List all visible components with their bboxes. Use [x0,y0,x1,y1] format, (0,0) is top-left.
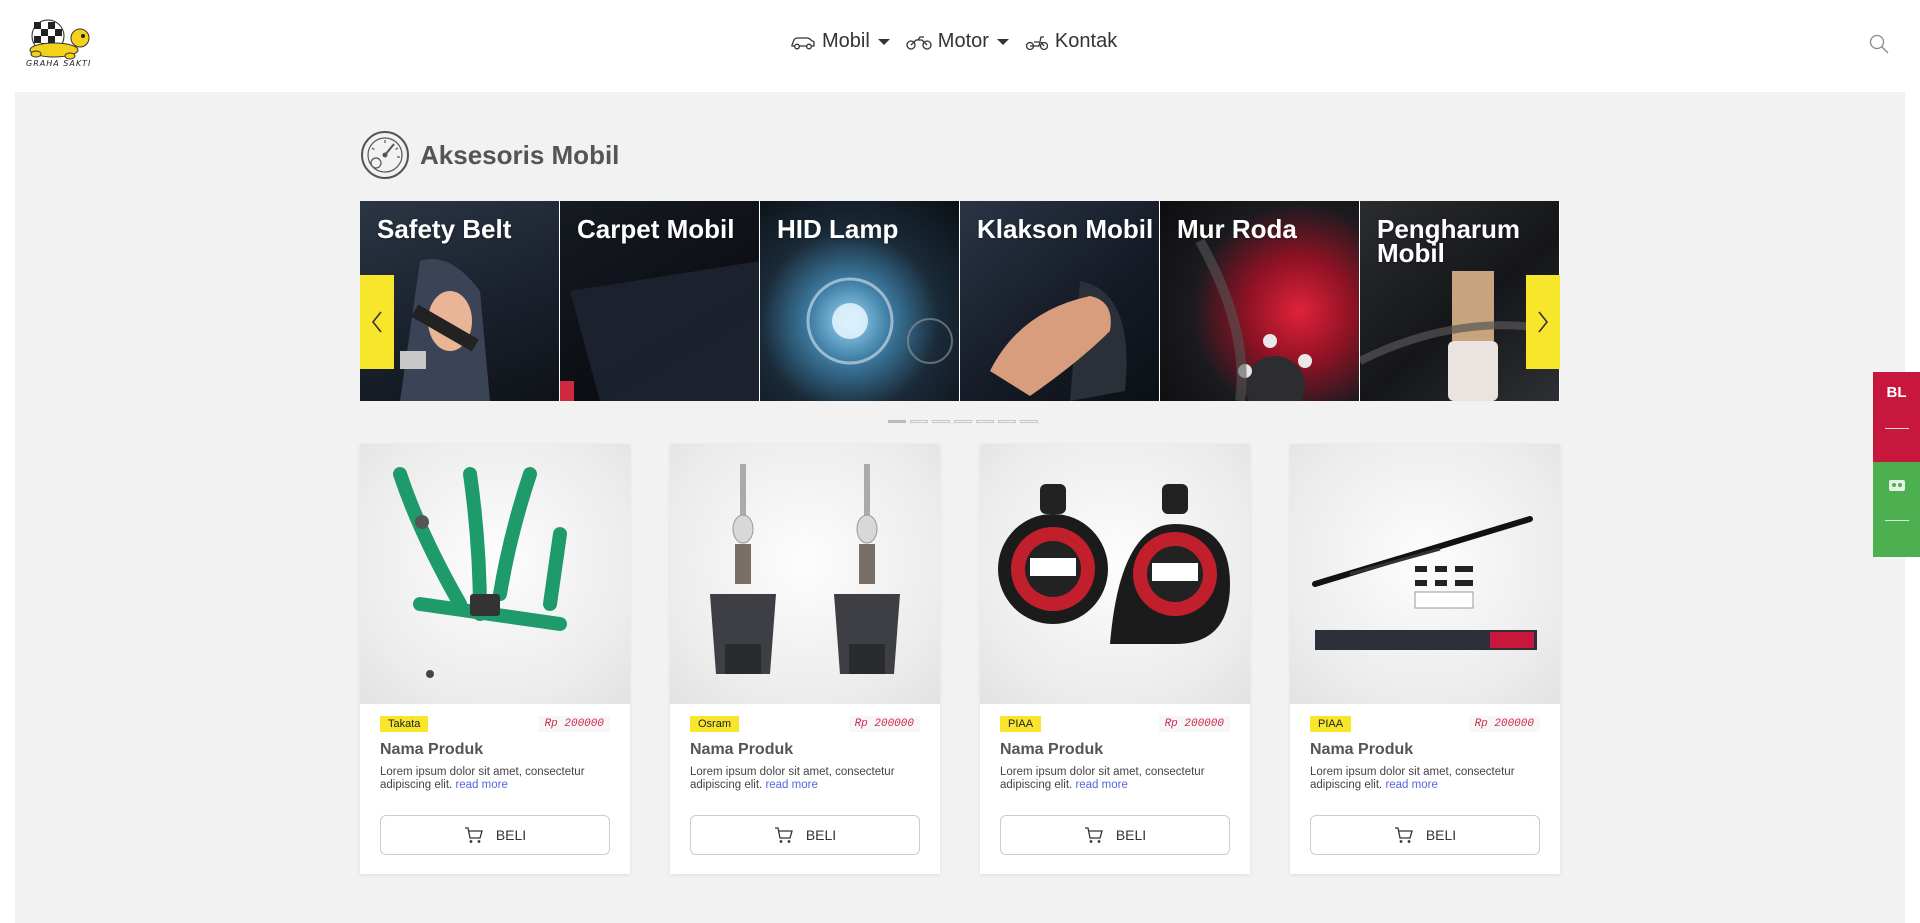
racing-harness-image [393,467,567,678]
site-header: GRAHA SAKTI Mobil Motor Kontak [0,0,1920,92]
carousel-dot[interactable] [976,420,994,423]
carousel-slide-mur-roda[interactable]: Mur Roda [1160,201,1360,401]
nav-item-mobil[interactable]: Mobil [790,30,890,53]
buy-button-label: BELI [1425,827,1457,843]
product-description: Lorem ipsum dolor sit amet, consectetur … [380,766,610,792]
chevron-right-icon [1538,311,1549,333]
carousel-dot[interactable] [932,420,950,423]
logo-text: GRAHA SAKTI [26,59,92,68]
product-list: Takata Rp 200000 Nama Produk Lorem ipsum… [360,444,1560,874]
product-name: Nama Produk [690,741,794,758]
product-card: Takata Rp 200000 Nama Produk Lorem ipsum… [360,444,630,874]
slide-label: Pengharum Mobil [1377,214,1521,268]
buy-button[interactable]: BELI [1310,815,1540,855]
scooter-icon [1025,35,1049,50]
buy-button-label: BELI [805,827,837,843]
carousel-prev-button[interactable] [360,275,394,369]
read-more-link[interactable]: read more [1385,779,1437,791]
slide-label: Carpet Mobil [577,214,735,244]
carousel-slide-carpet-mobil[interactable]: Carpet Mobil [560,201,760,401]
bukalapak-side-button[interactable]: BL [1873,372,1920,462]
logo[interactable]: GRAHA SAKTI [18,16,114,74]
product-image[interactable] [670,444,940,704]
carousel-dot[interactable] [910,420,928,423]
product-card: PIAA Rp 200000 Nama Produk Lorem ipsum d… [1290,444,1560,874]
horn-image [998,484,1230,644]
price-tag: Rp 200000 [1468,716,1540,732]
divider [1885,428,1909,429]
slide-label: Mur Roda [1177,214,1297,244]
carousel-slide-klakson-mobil[interactable]: Klakson Mobil [960,201,1160,401]
read-more-link[interactable]: read more [1075,779,1127,791]
speedometer-icon [361,131,409,179]
slide-label: Safety Belt [377,214,512,244]
read-more-link[interactable]: read more [455,779,507,791]
product-image[interactable] [1290,444,1560,704]
divider [1885,520,1909,521]
search-icon [1869,34,1889,54]
product-description: Lorem ipsum dolor sit amet, consectetur … [690,766,920,792]
section-title: Aksesoris Mobil [360,130,619,180]
buy-button[interactable]: BELI [380,815,610,855]
turtle-flag-logo-icon [29,19,90,60]
carousel-dot[interactable] [954,420,972,423]
chevron-left-icon [371,311,382,333]
price-tag: Rp 200000 [538,716,610,732]
price-tag: Rp 200000 [848,716,920,732]
carousel-dot[interactable] [998,420,1016,423]
carousel-dot[interactable] [888,420,906,423]
motorcycle-icon [906,35,932,50]
nav-item-label: Motor [937,30,989,52]
product-name: Nama Produk [380,741,484,758]
wiper-blade-image [1312,516,1537,650]
main-content: Aksesoris Mobil Safety Belt Carpet Mobil [15,92,1905,923]
buy-button-label: BELI [1115,827,1147,843]
chevron-down-icon [877,38,890,45]
product-name: Nama Produk [1310,741,1414,758]
brand-badge: PIAA [1310,716,1352,732]
main-nav: Mobil Motor Kontak [790,30,1117,53]
search-button[interactable] [1868,33,1890,55]
price-tag: Rp 200000 [1158,716,1230,732]
side-badge-label: BL [1886,384,1907,401]
brand-badge: Takata [380,716,429,732]
product-image[interactable] [980,444,1250,704]
nav-item-label: Mobil [822,30,870,52]
carousel-slide-hid-lamp[interactable]: HID Lamp [760,201,960,401]
product-description: Lorem ipsum dolor sit amet, consectetur … [1000,766,1230,792]
nav-item-motor[interactable]: Motor [906,30,1009,53]
slide-label: HID Lamp [777,214,899,244]
cart-icon [1084,827,1103,843]
buy-button[interactable]: BELI [690,815,920,855]
chevron-down-icon [996,38,1009,45]
product-description: Lorem ipsum dolor sit amet, consectetur … [1310,766,1540,792]
slide-label: Klakson Mobil [977,214,1154,244]
product-name: Nama Produk [1000,741,1104,758]
read-more-link[interactable]: read more [765,779,817,791]
brand-badge: PIAA [1000,716,1042,732]
category-carousel: Safety Belt Carpet Mobil HID Lamp Klakso… [360,201,1560,401]
brand-badge: Osram [690,716,739,732]
nav-item-label: Kontak [1054,30,1118,52]
carousel-dot[interactable] [1020,420,1038,423]
buy-button[interactable]: BELI [1000,815,1230,855]
car-icon [791,36,815,49]
carousel-indicators [888,420,1038,423]
carousel-next-button[interactable] [1526,275,1560,369]
cart-icon [464,827,483,843]
shopping-bag-icon [1889,480,1905,491]
page-title: Aksesoris Mobil [420,139,620,170]
product-card: PIAA Rp 200000 Nama Produk Lorem ipsum d… [980,444,1250,874]
nav-item-kontak[interactable]: Kontak [1025,30,1117,53]
cart-icon [774,827,793,843]
cart-icon [1394,827,1413,843]
hid-bulb-image [710,464,900,674]
product-image[interactable] [360,444,630,704]
tokopedia-side-button[interactable] [1873,462,1920,557]
buy-button-label: BELI [495,827,527,843]
product-card: Osram Rp 200000 Nama Produk Lorem ipsum … [670,444,940,874]
